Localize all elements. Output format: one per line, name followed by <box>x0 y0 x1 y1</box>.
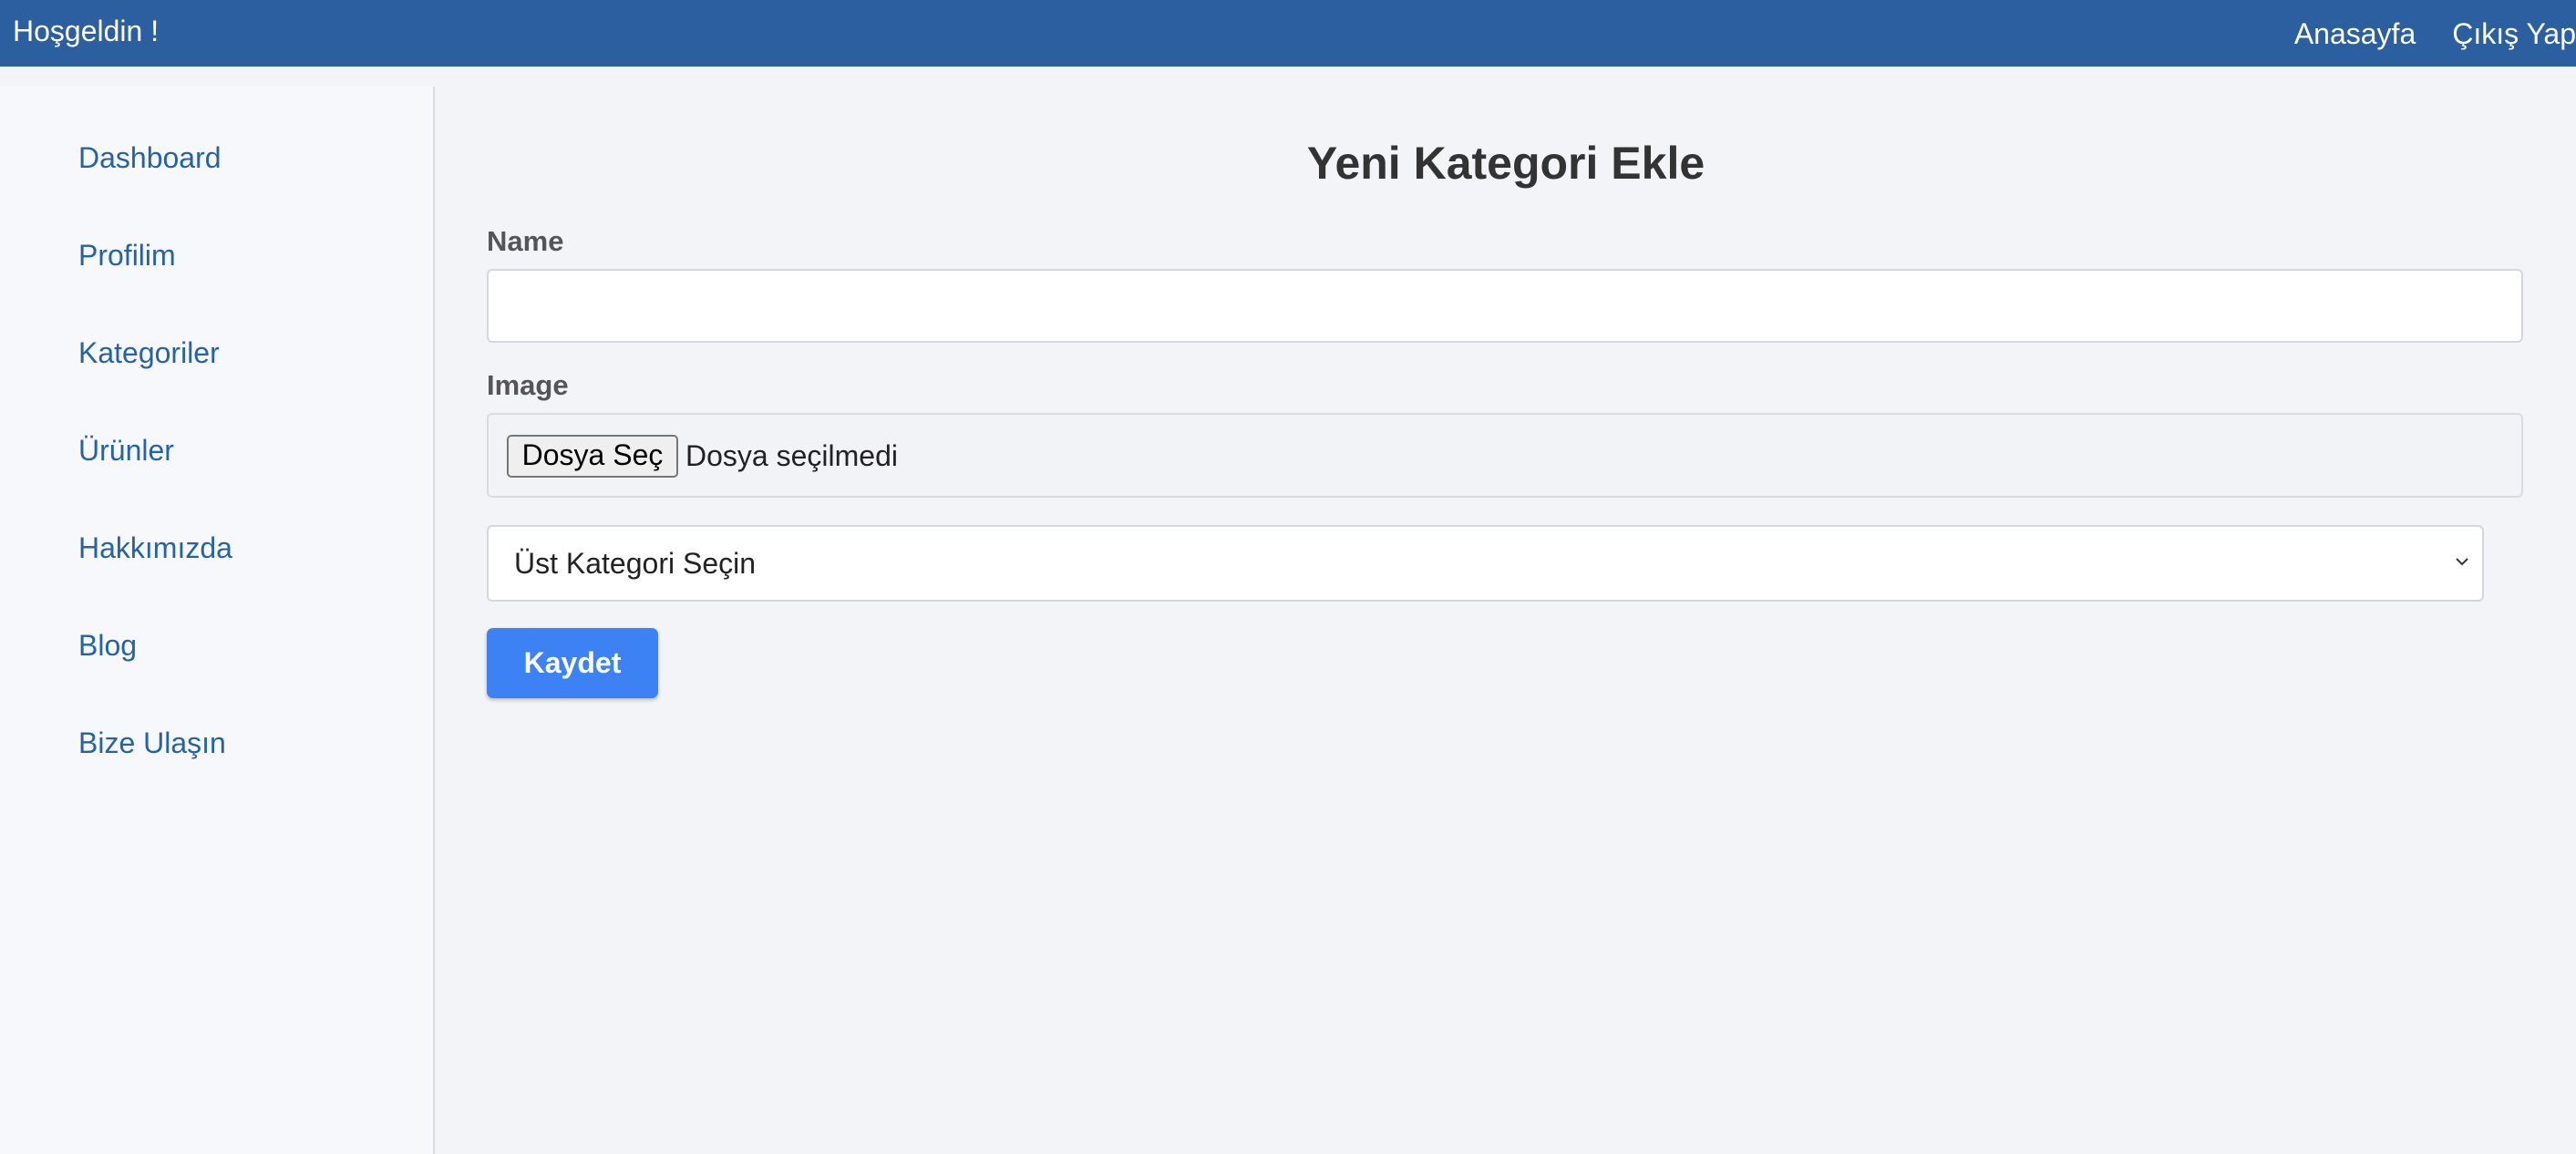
sidebar-item-products[interactable]: Ürünler <box>78 434 174 468</box>
welcome-text: Hoşgeldin ! <box>13 15 160 47</box>
sidebar-item-contact[interactable]: Bize Ulaşın <box>78 726 226 760</box>
top-nav: Anasayfa Çıkış Yap <box>2294 0 2576 67</box>
sidebar-item-dashboard[interactable]: Dashboard <box>78 141 222 175</box>
sidebar-item-profile[interactable]: Profilim <box>78 239 176 273</box>
top-navbar: Hoşgeldin ! Anasayfa Çıkış Yap <box>0 0 2576 67</box>
sidebar-item-about[interactable]: Hakkımızda <box>78 531 232 565</box>
chevron-down-icon <box>2456 558 2468 566</box>
name-input[interactable] <box>487 269 2523 343</box>
page-title: Yeni Kategori Ekle <box>1306 138 1705 189</box>
name-label: Name <box>487 225 564 257</box>
save-button[interactable]: Kaydet <box>487 628 658 698</box>
image-label: Image <box>487 369 569 401</box>
parent-category-selected-value: Üst Kategori Seçin <box>514 547 757 580</box>
sidebar: Dashboard Profilim Kategoriler Ürünler H… <box>0 87 435 1154</box>
nav-link-logout[interactable]: Çıkış Yap <box>2452 3 2576 65</box>
sidebar-item-categories[interactable]: Kategoriler <box>78 336 220 370</box>
image-file-input[interactable]: Dosya Seç Dosya seçilmedi <box>487 413 2523 498</box>
parent-category-select[interactable]: Üst Kategori Seçin <box>487 525 2484 602</box>
main-content: Yeni Kategori Ekle Name Image Dosya Seç … <box>436 87 2576 1154</box>
choose-file-button[interactable]: Dosya Seç <box>507 435 678 478</box>
file-status-text: Dosya seçilmedi <box>685 439 898 472</box>
sidebar-item-blog[interactable]: Blog <box>78 629 137 663</box>
nav-link-home[interactable]: Anasayfa <box>2294 3 2416 65</box>
